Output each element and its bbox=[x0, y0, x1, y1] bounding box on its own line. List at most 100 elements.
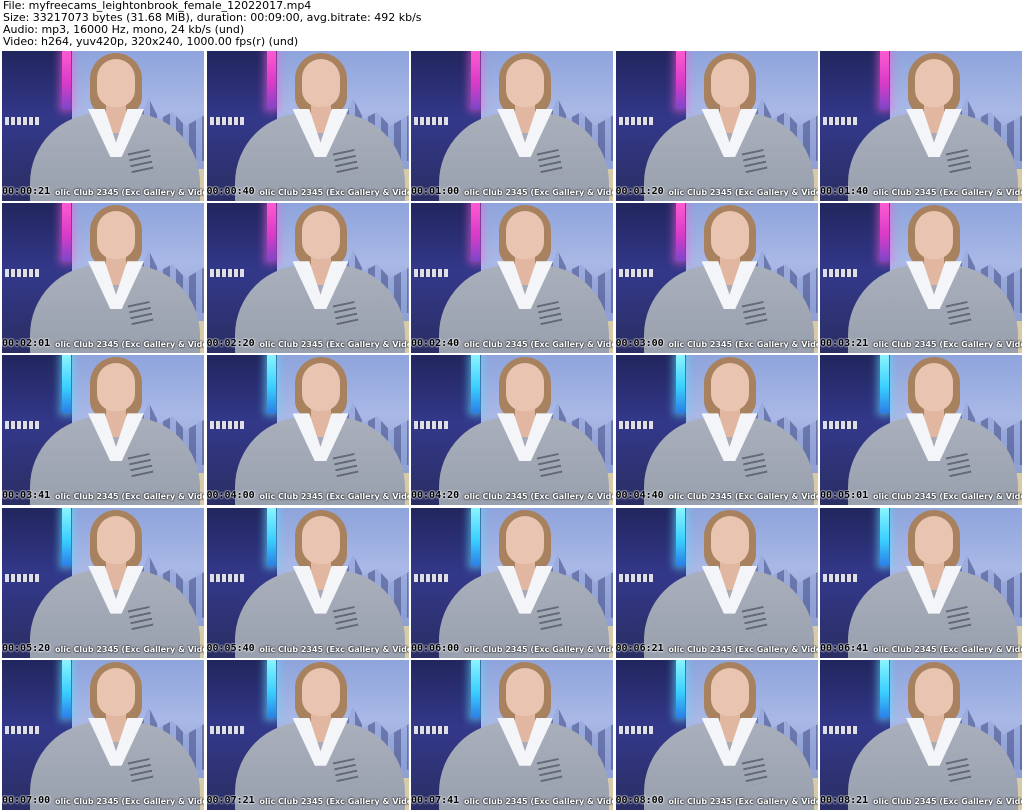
wall-sign bbox=[209, 573, 244, 582]
hoodie-print bbox=[536, 605, 564, 634]
timestamp-label: 00:01:20 bbox=[615, 186, 664, 197]
neon-light bbox=[266, 507, 276, 566]
video-thumbnail[interactable]: olic Club 2345 (Exc Gallery & Video) 00:0… bbox=[820, 203, 1022, 354]
watermark-text: olic Club 2345 (Exc Gallery & Video) bbox=[464, 644, 613, 654]
neon-light bbox=[266, 51, 276, 109]
hoodie-print bbox=[741, 605, 768, 634]
thumbnail-caption: olic Club 2345 (Exc Gallery & Video) 00:0… bbox=[411, 490, 613, 502]
watermark-text: olic Club 2345 (Exc Gallery & Video) bbox=[464, 340, 613, 350]
face bbox=[301, 211, 340, 260]
timestamp-label: 00:04:20 bbox=[411, 490, 460, 502]
hoodie-print bbox=[945, 605, 973, 634]
video-thumbnail[interactable]: olic Club 2345 (Exc Gallery & Video) 00:0… bbox=[206, 507, 409, 658]
watermark-text: olic Club 2345 (Exc Gallery & Video) bbox=[668, 796, 818, 806]
wall-sign bbox=[5, 421, 39, 430]
video-thumbnail[interactable]: olic Club 2345 (Exc Gallery & Video) 00:0… bbox=[2, 355, 204, 506]
video-thumbnail[interactable]: olic Club 2345 (Exc Gallery & Video) 00:0… bbox=[411, 203, 613, 354]
wall-sign bbox=[414, 269, 448, 278]
face bbox=[97, 515, 135, 564]
video-thumbnail[interactable]: olic Club 2345 (Exc Gallery & Video) 00:0… bbox=[615, 51, 818, 201]
video-thumbnail[interactable]: olic Club 2345 (Exc Gallery & Video) 00:0… bbox=[820, 659, 1022, 810]
video-thumbnail[interactable]: olic Club 2345 (Exc Gallery & Video) 00:0… bbox=[2, 203, 204, 354]
video-thumbnail[interactable]: olic Club 2345 (Exc Gallery & Video) 00:0… bbox=[2, 507, 204, 658]
watermark-text: olic Club 2345 (Exc Gallery & Video) bbox=[259, 796, 409, 806]
video-thumbnail[interactable]: olic Club 2345 (Exc Gallery & Video) 00:0… bbox=[411, 51, 613, 201]
hoodie-print bbox=[536, 301, 564, 330]
thumbnail-caption: olic Club 2345 (Exc Gallery & Video) 00:0… bbox=[820, 795, 1022, 807]
hoodie-print bbox=[127, 605, 155, 634]
timestamp-label: 00:06:21 bbox=[615, 642, 664, 654]
face bbox=[506, 515, 544, 564]
face bbox=[710, 363, 749, 412]
watermark-text: olic Club 2345 (Exc Gallery & Video) bbox=[873, 492, 1022, 502]
wall-sign bbox=[414, 117, 448, 125]
watermark-text: olic Club 2345 (Exc Gallery & Video) bbox=[55, 644, 204, 654]
watermark-text: olic Club 2345 (Exc Gallery & Video) bbox=[55, 796, 204, 806]
neon-light bbox=[880, 659, 889, 718]
video-thumbnail[interactable]: olic Club 2345 (Exc Gallery & Video) 00:0… bbox=[615, 203, 818, 354]
video-thumbnail[interactable]: olic Club 2345 (Exc Gallery & Video) 00:0… bbox=[206, 51, 409, 201]
watermark-text: olic Club 2345 (Exc Gallery & Video) bbox=[668, 644, 818, 654]
neon-light bbox=[675, 507, 685, 566]
wall-sign bbox=[823, 269, 857, 278]
hoodie-print bbox=[332, 453, 359, 482]
timestamp-label: 00:05:20 bbox=[2, 642, 51, 654]
timestamp-label: 00:03:41 bbox=[2, 490, 51, 502]
neon-light bbox=[471, 203, 480, 262]
hoodie-print bbox=[741, 453, 768, 482]
video-thumbnail[interactable]: olic Club 2345 (Exc Gallery & Video) 00:0… bbox=[411, 507, 613, 658]
timestamp-label: 00:02:40 bbox=[411, 338, 460, 350]
face bbox=[506, 211, 544, 260]
video-thumbnail[interactable]: olic Club 2345 (Exc Gallery & Video) 00:0… bbox=[615, 507, 818, 658]
timestamp-label: 00:02:20 bbox=[206, 338, 255, 350]
timestamp-label: 00:07:00 bbox=[2, 794, 51, 806]
timestamp-label: 00:04:40 bbox=[615, 490, 664, 502]
face bbox=[915, 211, 953, 260]
wall-sign bbox=[5, 573, 39, 582]
video-thumbnail[interactable]: olic Club 2345 (Exc Gallery & Video) 00:0… bbox=[206, 659, 409, 810]
video-thumbnail[interactable]: olic Club 2345 (Exc Gallery & Video) 00:0… bbox=[411, 355, 613, 506]
neon-light bbox=[675, 51, 685, 109]
neon-light bbox=[880, 203, 889, 262]
hoodie-print bbox=[741, 148, 768, 178]
video-thumbnail[interactable]: olic Club 2345 (Exc Gallery & Video) 00:0… bbox=[820, 51, 1022, 201]
video-thumbnail[interactable]: olic Club 2345 (Exc Gallery & Video) 00:0… bbox=[820, 355, 1022, 506]
thumbnail-caption: olic Club 2345 (Exc Gallery & Video) 00:0… bbox=[616, 186, 818, 198]
video-thumbnail[interactable]: olic Club 2345 (Exc Gallery & Video) 00:0… bbox=[411, 659, 613, 810]
video-thumbnail[interactable]: olic Club 2345 (Exc Gallery & Video) 00:0… bbox=[206, 203, 409, 354]
face bbox=[710, 515, 749, 564]
thumbnail-caption: olic Club 2345 (Exc Gallery & Video) 00:0… bbox=[207, 795, 409, 807]
video-thumbnail[interactable]: olic Club 2345 (Exc Gallery & Video) 00:0… bbox=[820, 507, 1022, 658]
video-thumbnail[interactable]: olic Club 2345 (Exc Gallery & Video) 00:0… bbox=[615, 355, 818, 506]
thumbnail-caption: olic Club 2345 (Exc Gallery & Video) 00:0… bbox=[820, 490, 1022, 502]
watermark-text: olic Club 2345 (Exc Gallery & Video) bbox=[873, 340, 1022, 350]
video-thumbnail[interactable]: olic Club 2345 (Exc Gallery & Video) 00:0… bbox=[2, 51, 204, 201]
hoodie-print bbox=[127, 453, 155, 482]
hoodie-print bbox=[536, 453, 564, 482]
hoodie-print bbox=[945, 148, 973, 178]
thumbnail-caption: olic Club 2345 (Exc Gallery & Video) 00:0… bbox=[207, 338, 409, 350]
hoodie-print bbox=[536, 757, 564, 786]
timestamp-label: 00:04:00 bbox=[206, 490, 255, 502]
hoodie-print bbox=[332, 148, 359, 178]
video-thumbnail[interactable]: olic Club 2345 (Exc Gallery & Video) 00:0… bbox=[2, 659, 204, 810]
hoodie-print bbox=[536, 148, 564, 178]
video-thumbnail[interactable]: olic Club 2345 (Exc Gallery & Video) 00:0… bbox=[615, 659, 818, 810]
face bbox=[710, 211, 749, 260]
video-thumbnail[interactable]: olic Club 2345 (Exc Gallery & Video) 00:0… bbox=[206, 355, 409, 506]
watermark-text: olic Club 2345 (Exc Gallery & Video) bbox=[55, 492, 204, 502]
watermark-text: olic Club 2345 (Exc Gallery & Video) bbox=[55, 188, 204, 197]
hoodie-print bbox=[741, 757, 768, 786]
watermark-text: olic Club 2345 (Exc Gallery & Video) bbox=[668, 188, 818, 197]
face bbox=[301, 515, 340, 564]
watermark-text: olic Club 2345 (Exc Gallery & Video) bbox=[464, 492, 613, 502]
watermark-text: olic Club 2345 (Exc Gallery & Video) bbox=[668, 340, 818, 350]
face bbox=[97, 59, 135, 107]
wall-sign bbox=[5, 725, 39, 734]
neon-light bbox=[675, 355, 685, 414]
hoodie-print bbox=[741, 301, 768, 330]
wall-sign bbox=[823, 117, 857, 125]
wall-sign bbox=[618, 421, 653, 430]
timestamp-label: 00:03:21 bbox=[820, 338, 869, 350]
thumbnail-caption: olic Club 2345 (Exc Gallery & Video) 00:0… bbox=[820, 338, 1022, 350]
